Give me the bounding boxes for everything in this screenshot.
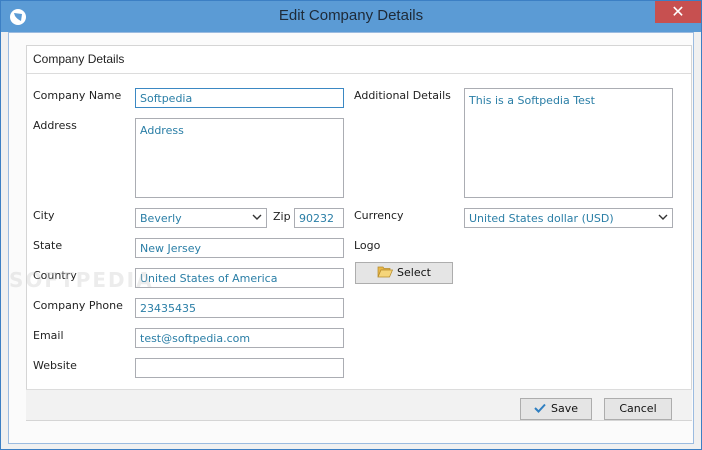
zip-label: Zip: [273, 210, 291, 223]
company-phone-input[interactable]: 23435435: [135, 298, 344, 318]
currency-select[interactable]: United States dollar (USD): [464, 208, 673, 228]
save-label: Save: [550, 402, 578, 415]
city-select[interactable]: Beverly: [135, 208, 267, 228]
country-input[interactable]: United States of America: [135, 268, 344, 288]
checkmark-icon: [534, 403, 546, 413]
dialog-content: Company Details Company Name Address Cit…: [8, 32, 694, 444]
select-logo-button[interactable]: Select: [355, 262, 453, 284]
state-input[interactable]: New Jersey: [135, 238, 344, 258]
email-input[interactable]: test@softpedia.com: [135, 328, 344, 348]
additional-details-textarea[interactable]: This is a Softpedia Test: [464, 88, 673, 198]
chevron-down-icon: [658, 214, 668, 220]
email-label: Email: [33, 329, 64, 342]
window-title: Edit Company Details: [278, 7, 424, 24]
address-label: Address: [33, 119, 77, 132]
city-label: City: [33, 209, 55, 222]
website-label: Website: [33, 359, 77, 372]
address-textarea[interactable]: Address: [135, 118, 344, 198]
additional-details-label: Additional Details: [354, 89, 451, 102]
close-button[interactable]: ✕: [655, 1, 701, 23]
select-logo-label: Select: [397, 266, 431, 279]
panel-title: Company Details: [33, 52, 125, 66]
edit-company-window: Edit Company Details ✕ Company Details C…: [0, 0, 702, 450]
folder-open-icon: [377, 266, 394, 278]
panel-header: Company Details: [27, 46, 691, 74]
close-icon: ✕: [671, 2, 685, 21]
website-input[interactable]: [135, 358, 344, 378]
zip-input[interactable]: 90232: [294, 208, 344, 228]
logo-label: Logo: [354, 239, 381, 252]
company-name-input[interactable]: Softpedia: [135, 88, 344, 108]
company-name-label: Company Name: [33, 89, 122, 102]
dialog-footer: [26, 390, 692, 420]
currency-value: United States dollar (USD): [469, 212, 614, 225]
title-bar[interactable]: Edit Company Details ✕: [1, 1, 701, 32]
watermark: SOFTPEDIA: [9, 268, 154, 292]
save-button[interactable]: Save: [520, 398, 592, 420]
city-value: Beverly: [140, 212, 182, 225]
chevron-down-icon: [252, 214, 262, 220]
state-label: State: [33, 239, 63, 252]
cancel-button[interactable]: Cancel: [604, 398, 672, 420]
currency-label: Currency: [354, 209, 404, 222]
company-phone-label: Company Phone: [33, 299, 123, 312]
